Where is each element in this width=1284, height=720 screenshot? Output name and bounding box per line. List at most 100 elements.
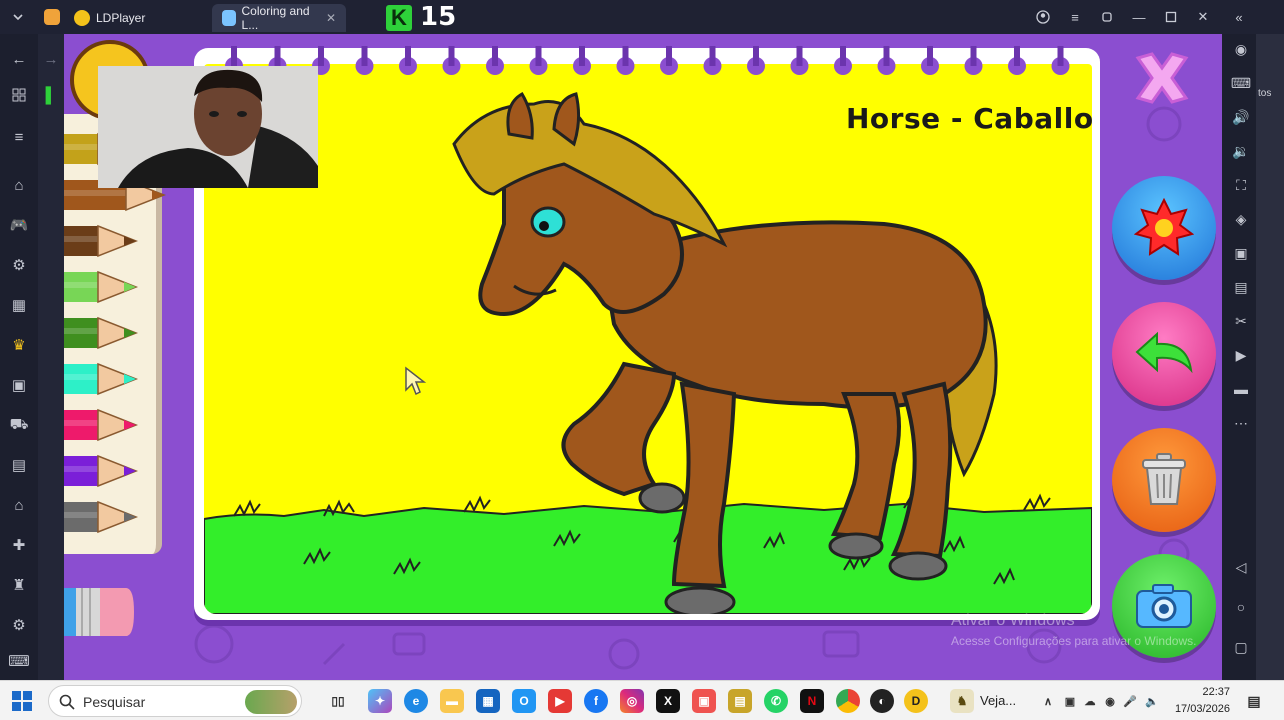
- keyboard-mapping-icon[interactable]: ⌨: [1230, 72, 1252, 94]
- copilot-icon[interactable]: ✦: [368, 689, 392, 713]
- netflix-icon[interactable]: N: [800, 689, 824, 713]
- taskbar-search-input[interactable]: Pesquisar: [48, 685, 302, 717]
- screenshot-icon[interactable]: ◈: [1230, 208, 1252, 230]
- eraser-tool[interactable]: [64, 582, 136, 642]
- clear-button[interactable]: [1112, 428, 1216, 532]
- maximize-icon[interactable]: [1160, 0, 1182, 34]
- pencil-green[interactable]: [64, 316, 139, 350]
- gamepad-icon[interactable]: 🎮: [8, 214, 30, 236]
- record-icon[interactable]: ▣: [1230, 242, 1252, 264]
- hamburger-menu-icon[interactable]: ≡: [1064, 0, 1086, 34]
- outlook-icon[interactable]: O: [512, 689, 536, 713]
- pencil-gray[interactable]: [64, 500, 139, 534]
- shop-icon[interactable]: ▤: [8, 454, 30, 476]
- star-badge-icon: [1134, 198, 1194, 256]
- android-recents-icon[interactable]: ▢: [1230, 636, 1252, 658]
- settings-icon[interactable]: ⚙: [8, 614, 30, 636]
- pencil-light-green[interactable]: [64, 270, 139, 304]
- menu-chevron-icon[interactable]: [6, 0, 30, 34]
- pencil-dark-brown[interactable]: [64, 224, 139, 258]
- android-home-icon[interactable]: ○: [1230, 596, 1252, 618]
- clock-time[interactable]: 22:37: [1186, 686, 1230, 698]
- stamp-button[interactable]: [1112, 176, 1216, 280]
- grass-region[interactable]: [204, 502, 1092, 614]
- volume-down-icon[interactable]: 🔉: [1230, 140, 1252, 162]
- notifications-icon[interactable]: ▤: [1242, 689, 1266, 713]
- emulator-titlebar: LDPlayer Coloring and L... ✕ K 15 ≡ — ✕ …: [0, 0, 1284, 34]
- chrome-icon[interactable]: [836, 689, 860, 713]
- user-settings-icon[interactable]: ⚙: [8, 254, 30, 276]
- undo-arrow-icon: [1135, 331, 1193, 374]
- tray-chevron-icon[interactable]: ∧: [1036, 689, 1060, 713]
- youtube-icon[interactable]: ▶: [548, 689, 572, 713]
- pencil-pink[interactable]: [64, 408, 139, 442]
- forward-arrow-icon[interactable]: →: [40, 48, 62, 70]
- calendar-icon[interactable]: ▣: [8, 374, 30, 396]
- steam-icon[interactable]: ◐: [870, 689, 894, 713]
- horse-drawing[interactable]: [204, 64, 1092, 614]
- tab-label: Coloring and L...: [241, 4, 310, 32]
- ldplayer-taskbar-icon[interactable]: D: [904, 689, 928, 713]
- apps-grid-icon[interactable]: [8, 84, 30, 106]
- keyboard-icon[interactable]: ⌨: [8, 650, 30, 672]
- notes-icon[interactable]: ▤: [728, 689, 752, 713]
- trophy-icon[interactable]: ♜: [8, 574, 30, 596]
- back-arrow-icon[interactable]: ←: [8, 48, 30, 70]
- folder-icon[interactable]: ▬: [1230, 378, 1252, 400]
- store-icon[interactable]: ▦: [8, 294, 30, 316]
- scissors-icon[interactable]: ✂: [1230, 310, 1252, 332]
- drawing-title: Horse - Caballo: [846, 102, 1094, 135]
- close-window-icon[interactable]: ✕: [1192, 0, 1214, 34]
- whatsapp-icon[interactable]: ✆: [764, 689, 788, 713]
- task-view-icon[interactable]: ▯▯: [326, 689, 350, 713]
- horse-eye[interactable]: [530, 206, 566, 238]
- hoof-front[interactable]: [664, 586, 736, 614]
- hoof-back-left[interactable]: [828, 532, 884, 560]
- hoof-raised[interactable]: [638, 482, 686, 514]
- close-tab-icon[interactable]: ✕: [326, 11, 336, 25]
- tab-coloring-game[interactable]: Coloring and L... ✕: [212, 4, 346, 32]
- cart-icon[interactable]: ⛟: [8, 414, 30, 436]
- file-explorer-icon[interactable]: ▬: [440, 689, 464, 713]
- partial-window-text: tos: [1258, 88, 1272, 99]
- home-icon[interactable]: ⌂: [8, 174, 30, 196]
- microphone-icon[interactable]: 🎤: [1118, 689, 1142, 713]
- running-app-label[interactable]: Veja...: [980, 693, 1016, 708]
- account-icon[interactable]: [1032, 0, 1054, 34]
- volume-icon[interactable]: 🔈: [1140, 689, 1164, 713]
- restore-icon[interactable]: [1096, 0, 1118, 34]
- tab-ldplayer[interactable]: LDPlayer: [64, 4, 210, 32]
- crown-icon[interactable]: ♛: [8, 334, 30, 356]
- fullscreen-icon[interactable]: ⛶: [1230, 174, 1252, 196]
- veja-app-icon[interactable]: ♞: [950, 689, 974, 713]
- video-icon[interactable]: ▶: [1230, 344, 1252, 366]
- pencil-list: [64, 132, 167, 534]
- minimize-icon[interactable]: —: [1128, 0, 1150, 34]
- instagram-icon[interactable]: ◎: [620, 689, 644, 713]
- more-icon[interactable]: ⋯: [1230, 412, 1252, 434]
- windows-start-icon[interactable]: [12, 691, 32, 711]
- close-game-button[interactable]: [1128, 44, 1196, 112]
- windows-activation-watermark: Ativar o Windows: [951, 612, 1075, 629]
- clock-date[interactable]: 17/03/2026: [1170, 703, 1230, 715]
- list-toggle-icon[interactable]: ≡: [8, 126, 30, 148]
- coloring-canvas[interactable]: [204, 64, 1092, 614]
- gift-icon[interactable]: ✚: [8, 534, 30, 556]
- volume-up-icon[interactable]: 🔊: [1230, 106, 1252, 128]
- pencil-turquoise[interactable]: [64, 362, 139, 396]
- shopping-icon[interactable]: ▣: [692, 689, 716, 713]
- collapse-sidebar-icon[interactable]: «: [1228, 0, 1250, 34]
- edge-icon[interactable]: e: [404, 689, 428, 713]
- collapse-icon[interactable]: ◉: [1230, 38, 1252, 60]
- store-app-icon[interactable]: ▦: [476, 689, 500, 713]
- pencil-purple[interactable]: [64, 454, 139, 488]
- apk-icon[interactable]: ▤: [1230, 276, 1252, 298]
- search-placeholder: Pesquisar: [83, 694, 146, 710]
- android-back-icon[interactable]: ◁: [1230, 556, 1252, 578]
- hoof-back-right[interactable]: [888, 551, 948, 581]
- facebook-icon[interactable]: f: [584, 689, 608, 713]
- house-icon[interactable]: ⌂: [8, 494, 30, 516]
- stadium-thumbnail: [245, 690, 297, 714]
- undo-button[interactable]: [1112, 302, 1216, 406]
- x-twitter-icon[interactable]: X: [656, 689, 680, 713]
